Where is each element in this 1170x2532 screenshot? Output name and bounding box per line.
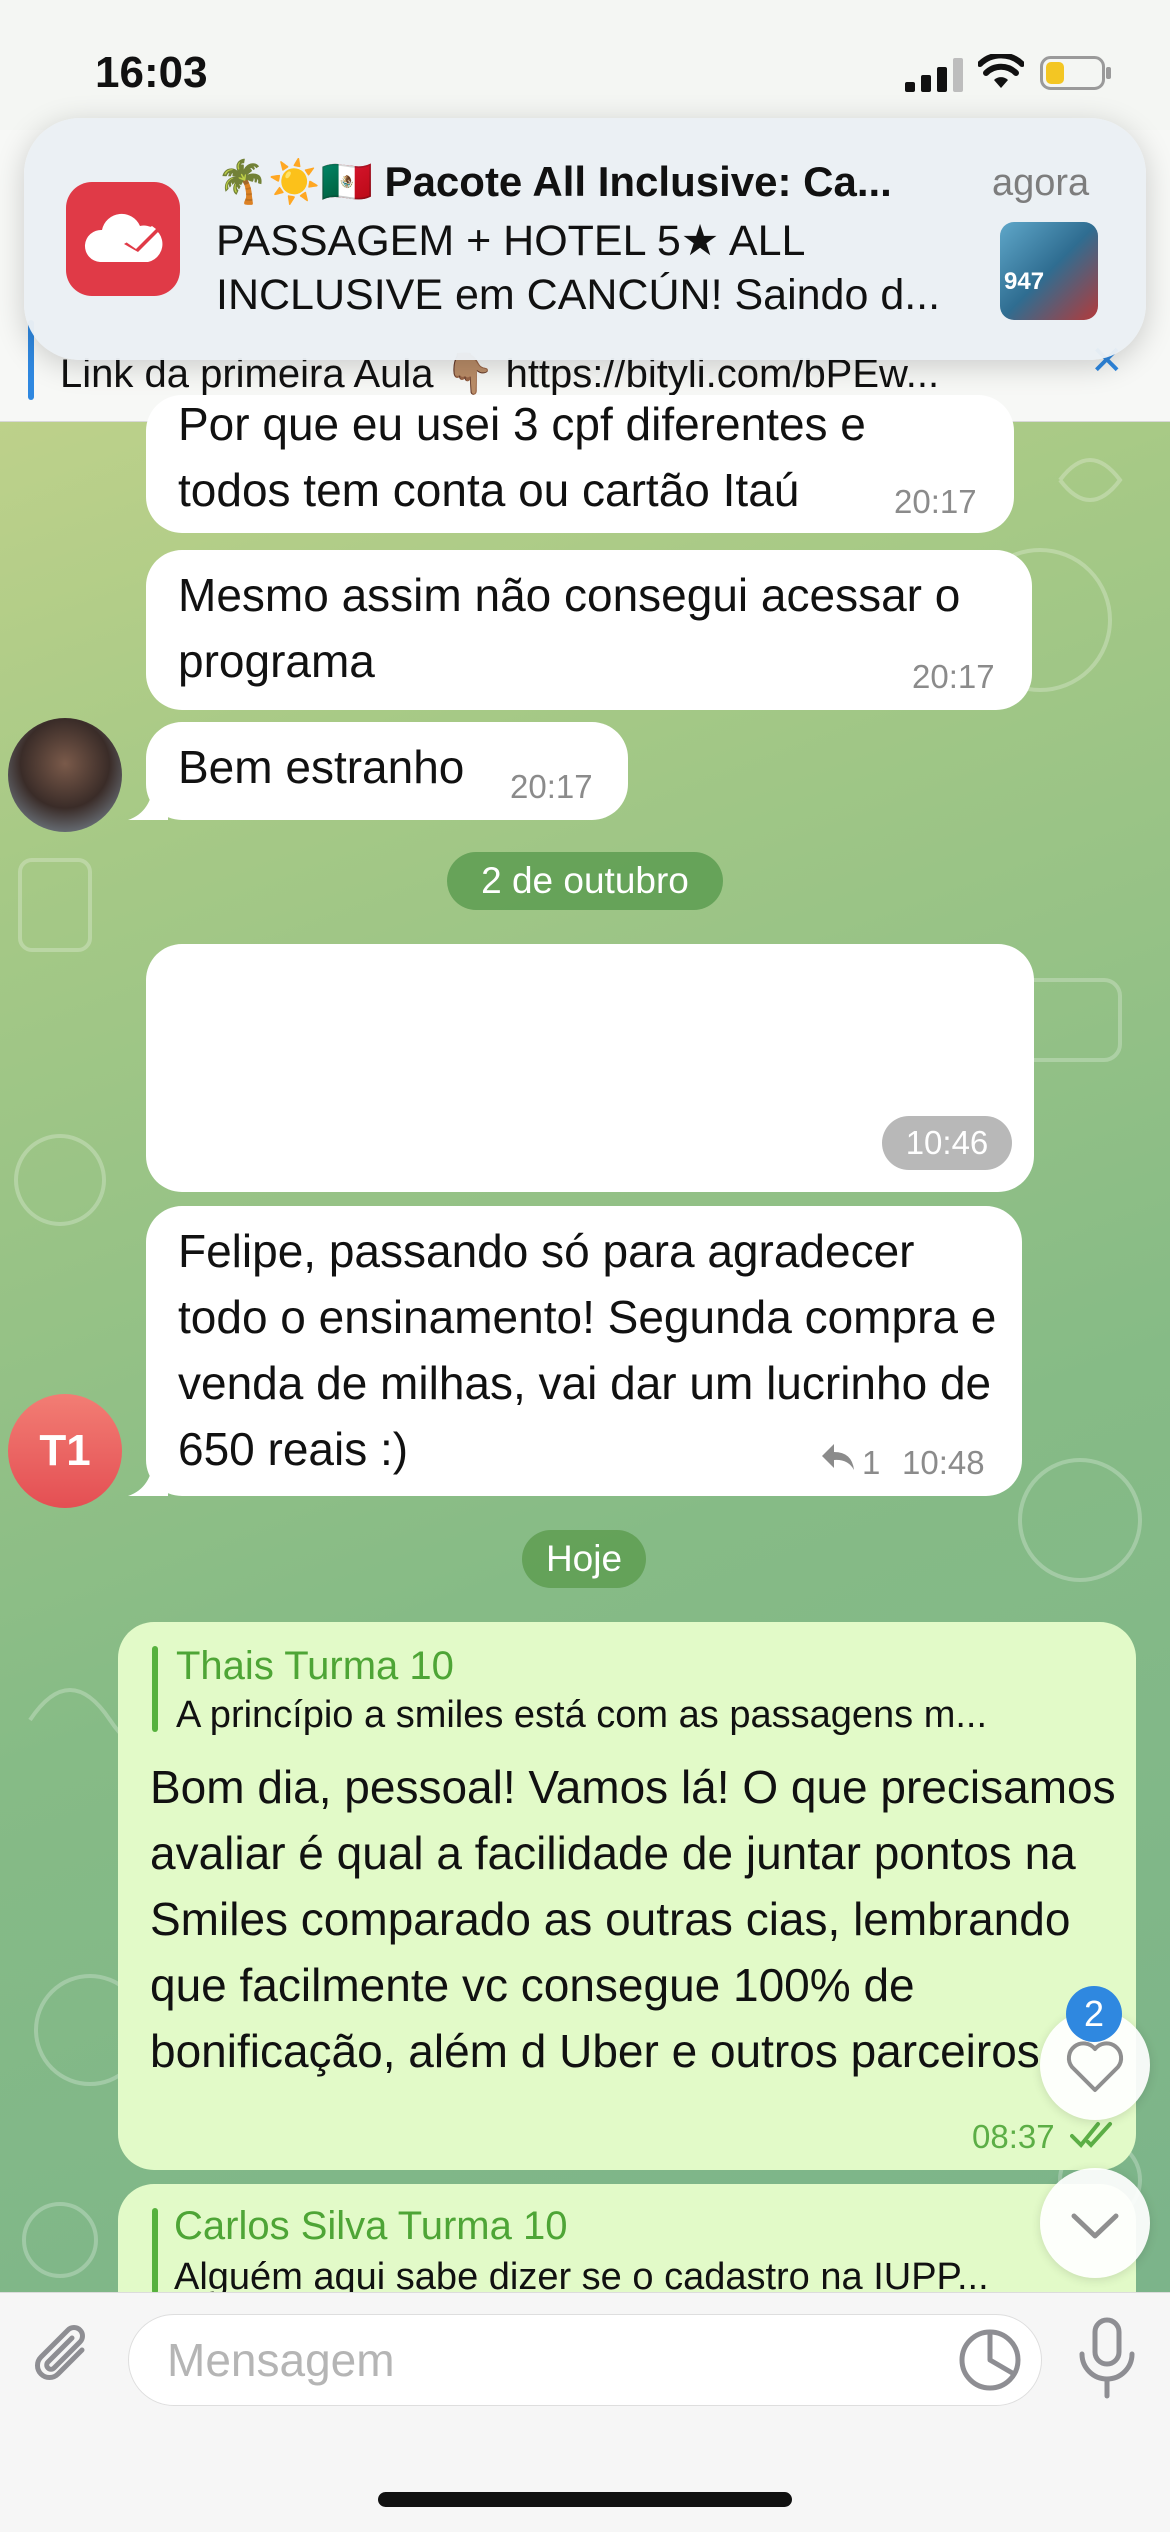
message-time: 20:17 (510, 768, 593, 805)
home-indicator[interactable] (378, 2492, 792, 2507)
outgoing-message-bubble[interactable]: Thais Turma 10 A princípio a smiles está… (118, 1622, 1136, 2170)
notification-title: 🌴☀️🇲🇽 Pacote All Inclusive: Ca... (216, 158, 892, 205)
message-bubble[interactable]: Bem estranho 20:17 (146, 722, 628, 820)
message-bubble[interactable]: Felipe, passando só para agradecer todo … (146, 1206, 1022, 1496)
notification-time: agora (992, 162, 1090, 204)
reply-author: Thais Turma 10 (176, 1644, 454, 1688)
message-bubble[interactable]: Mesmo assim não consegui acessar o progr… (146, 550, 1032, 710)
media-message-bubble[interactable]: 10:46 (146, 944, 1034, 1192)
status-bar: 16:03 (0, 0, 1170, 130)
sticker-icon[interactable] (956, 2326, 1024, 2394)
notification-thumbnail-text: 947 (1004, 268, 1045, 295)
scroll-down-button[interactable] (1040, 2168, 1150, 2278)
wifi-icon (978, 54, 1024, 88)
message-time: 20:17 (912, 658, 995, 695)
reply-quote-bar (152, 2208, 158, 2294)
message-text: Por que eu usei 3 cpf diferentes e todos… (178, 398, 866, 516)
notification-thumbnail: 947 (1000, 222, 1098, 320)
battery-icon (1040, 56, 1111, 90)
chevron-down-icon (1071, 2213, 1119, 2239)
reply-snippet[interactable]: A princípio a smiles está com as passage… (176, 1694, 1116, 1737)
message-time: 08:37 (972, 2118, 1055, 2155)
double-check-icon (1070, 2122, 1112, 2148)
avatar[interactable]: T1 (8, 1394, 122, 1508)
message-time: 20:17 (894, 483, 977, 520)
date-separator: 2 de outubro (447, 852, 723, 910)
paperclip-icon[interactable] (28, 2320, 104, 2396)
message-time: 10:46 (882, 1116, 1012, 1170)
reply-quote-bar (152, 1646, 158, 1732)
message-text: Bom dia, pessoal! Vamos lá! O que precis… (150, 1761, 1116, 2077)
plane-cloud-icon (66, 182, 180, 296)
reply-author: Carlos Silva Turma 10 (174, 2204, 568, 2248)
message-input[interactable] (128, 2314, 1042, 2406)
message-text: Mesmo assim não consegui acessar o progr… (178, 569, 961, 687)
cellular-signal-icon (905, 58, 963, 92)
message-text: Felipe, passando só para agradecer todo … (178, 1225, 997, 1475)
message-bubble[interactable]: Por que eu usei 3 cpf diferentes e todos… (146, 395, 1014, 533)
push-notification[interactable]: 🌴☀️🇲🇽 Pacote All Inclusive: Ca... agora … (24, 118, 1146, 360)
reactions-badge: 2 (1066, 1986, 1122, 2042)
notification-body: PASSAGEM + HOTEL 5★ ALL INCLUSIVE em CAN… (216, 217, 941, 319)
reply-count[interactable]: 1 (862, 1444, 880, 1482)
date-separator: Hoje (522, 1530, 646, 1588)
reply-icon[interactable] (820, 1442, 856, 1472)
message-time: 10:48 (902, 1444, 985, 1481)
avatar[interactable] (8, 718, 122, 832)
message-text: Bem estranho (178, 741, 465, 793)
status-time: 16:03 (95, 48, 208, 97)
microphone-icon[interactable] (1072, 2316, 1142, 2400)
